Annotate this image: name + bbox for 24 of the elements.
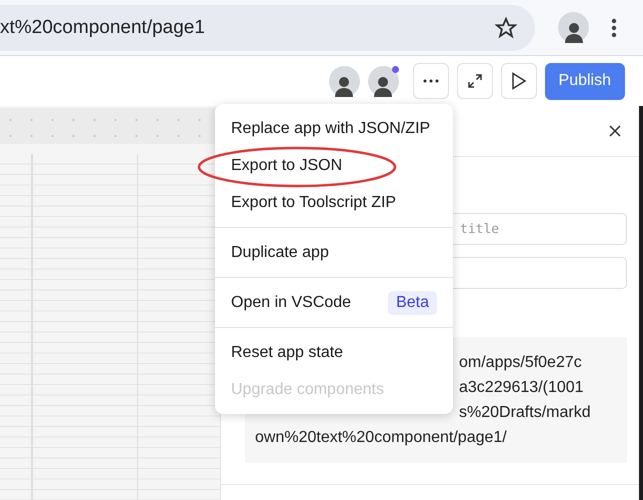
menu-item[interactable]: Duplicate app bbox=[215, 234, 453, 271]
collaborator-avatar[interactable] bbox=[368, 66, 399, 96]
fullscreen-button[interactable] bbox=[456, 63, 493, 99]
ellipsis-icon bbox=[422, 79, 439, 83]
code-line: a3c229613/(1001 bbox=[459, 378, 585, 398]
menu-item[interactable]: Export to Toolscript ZIP bbox=[215, 184, 453, 221]
expand-icon bbox=[466, 73, 483, 89]
menu-item[interactable]: Open in VSCode Beta bbox=[215, 284, 453, 321]
menu-item[interactable]: Replace app with JSON/ZIP bbox=[215, 110, 453, 147]
code-line: om/apps/5f0e27c bbox=[459, 353, 583, 373]
profile-avatar[interactable] bbox=[558, 12, 589, 43]
menu-item[interactable]: Export to JSON bbox=[215, 147, 453, 184]
star-icon[interactable] bbox=[495, 16, 517, 38]
url-text: xt%20component/page1 bbox=[0, 16, 205, 38]
beta-badge: Beta bbox=[388, 290, 437, 314]
preview-button[interactable] bbox=[500, 63, 537, 99]
menu-item[interactable]: Reset app state bbox=[215, 334, 453, 371]
collaborator-avatar[interactable] bbox=[328, 66, 360, 96]
address-bar[interactable]: xt%20component/page1 bbox=[0, 4, 535, 50]
kebab-menu-icon[interactable] bbox=[611, 18, 617, 38]
code-line: s%20Drafts/markd bbox=[459, 403, 592, 423]
play-icon bbox=[510, 72, 527, 90]
publish-button[interactable]: Publish bbox=[544, 62, 625, 100]
code-line: own%20text%20component/page1/ bbox=[255, 428, 508, 448]
